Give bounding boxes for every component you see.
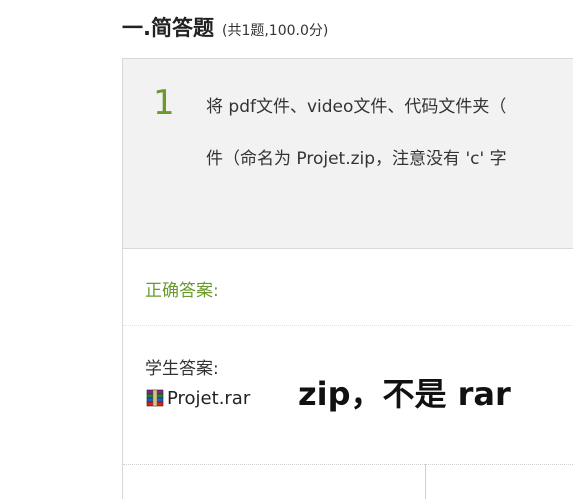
question-number: 1 — [153, 83, 175, 123]
winrar-archive-icon — [146, 389, 164, 407]
bottom-divider — [123, 464, 573, 465]
section-title: 一.简答题 — [122, 16, 214, 40]
question-text-line-1: 将 pdf文件、video文件、代码文件夹（ — [206, 97, 507, 117]
bottom-separator — [425, 464, 426, 499]
attachment-file-name[interactable]: Projet.rar — [167, 388, 250, 409]
attachment-file-text: Projet.rar — [167, 387, 251, 409]
teacher-comment: zip，不是 rar — [298, 375, 511, 413]
question-card: 1 将 pdf文件、video文件、代码文件夹（ 件（命名为 Projet.zi… — [122, 58, 573, 499]
question-text-line-2: 件（命名为 Projet.zip，注意没有 'c' 字 — [206, 149, 507, 169]
question-box: 1 将 pdf文件、video文件、代码文件夹（ 件（命名为 Projet.zi… — [123, 59, 573, 249]
attachment-link[interactable]: Projet.rar — [145, 385, 250, 411]
section-subtitle: (共1题,100.0分) — [221, 23, 329, 39]
section-header: 一.简答题 (共1题,100.0分) — [122, 12, 328, 44]
correct-answer-label: 正确答案: — [145, 281, 219, 301]
student-answer-label: 学生答案: — [145, 359, 219, 379]
divider — [123, 325, 573, 326]
